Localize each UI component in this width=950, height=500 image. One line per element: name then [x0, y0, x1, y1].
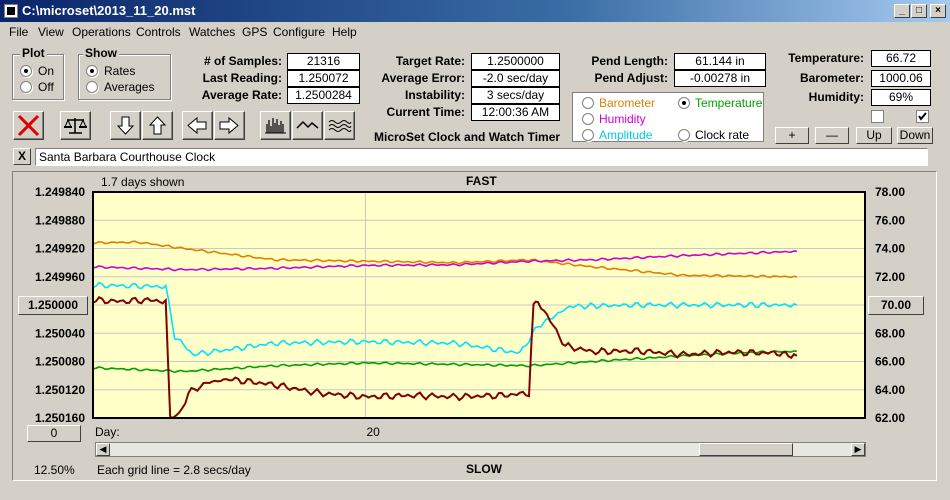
left-axis-tick: 1.250040: [35, 326, 85, 340]
left-axis-tick: 1.250120: [35, 383, 85, 397]
scrollbar-thumb[interactable]: [699, 443, 793, 456]
right-axis-tick: 76.00: [875, 213, 905, 227]
left-axis-tick: 1.250080: [35, 355, 85, 369]
right-axis-tick: 74.00: [875, 242, 905, 256]
left-axis-tick: 1.250160: [35, 411, 85, 425]
left-axis-tick: 1.249920: [35, 242, 85, 256]
day-tick-label: 20: [366, 425, 380, 439]
right-axis-tick: 72.00: [875, 270, 905, 284]
scroll-left-arrow-icon[interactable]: ◀: [96, 443, 110, 456]
grid-note: Each grid line = 2.8 secs/day: [97, 463, 251, 477]
rate-chart: 1.2498401.2498801.2499201.2499601.250000…: [35, 185, 905, 425]
left-axis-tick: 1.249840: [35, 185, 85, 199]
scroll-right-arrow-icon[interactable]: ▶: [851, 443, 865, 456]
right-axis-tick: 66.00: [875, 355, 905, 369]
day-axis-label: Day:: [95, 425, 120, 439]
right-axis-tick: 64.00: [875, 383, 905, 397]
right-axis-tick: 68.00: [875, 326, 905, 340]
aux-center-button[interactable]: 70.00: [868, 296, 924, 315]
slow-label: SLOW: [466, 462, 502, 476]
zoom-level: 12.50%: [34, 463, 75, 477]
right-axis-tick: 62.00: [875, 411, 905, 425]
day-zero-button[interactable]: 0: [27, 425, 81, 442]
right-axis-tick: 78.00: [875, 185, 905, 199]
left-axis-tick: 1.249960: [35, 270, 85, 284]
time-scrollbar[interactable]: ◀ ▶: [95, 442, 866, 457]
rate-center-button[interactable]: 1.250000: [18, 296, 88, 315]
left-axis-tick: 1.249880: [35, 213, 85, 227]
